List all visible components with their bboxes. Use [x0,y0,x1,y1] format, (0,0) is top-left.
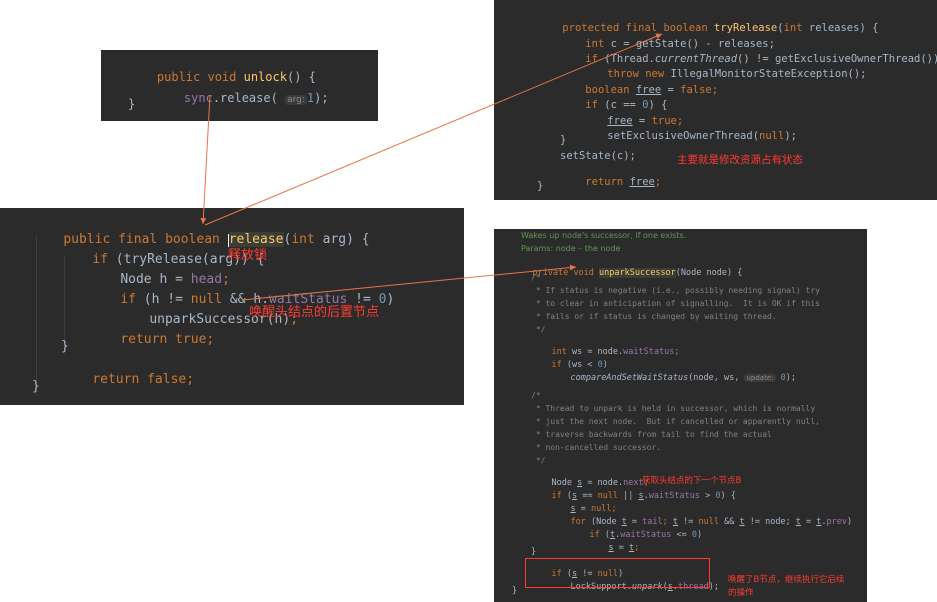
code-token: || [618,490,639,501]
release-line-6: return true; [89,320,214,359]
code-token: ); [314,91,329,105]
code-token: ; [634,542,640,553]
code-token: ); [708,581,719,592]
code-token: int [291,232,323,247]
unpark-line-10: s = t; [588,535,639,561]
code-token: free [629,175,655,188]
code-token: return [120,332,176,347]
annotation-modify-state: 主要就是修改资源占有状态 [677,154,803,166]
code-token: arg) { [322,232,370,247]
code-token: ) { [720,490,736,501]
comment-line: * If status is negative (i.e., possibly … [531,286,820,295]
tryrelease-line-10: setState(c); [560,150,636,162]
tryrelease-line-9: } [560,134,567,146]
code-token: prev [826,516,848,527]
comment-line: * Thread to unpark is held in successor,… [531,404,816,413]
code-token: (node, ws, [688,372,745,383]
code-token: ; [186,372,195,387]
unpark-highlight-box [525,558,710,588]
unlock-line-2: sync.release( arg: 1); [155,80,329,117]
code-token: false [680,83,712,96]
comment-line: /* [531,273,541,282]
unlock-code-panel: public void unlock() { sync.release( arg… [101,50,378,121]
annotation-release-lock: 释放锁 [228,248,268,263]
comment-line: * non-cancelled successor. [531,443,662,452]
code-token: compareAndSetWaitStatus [570,372,689,383]
code-token: unparkSuccessor [599,267,676,278]
code-token: ); [785,372,797,383]
comment-line: /* [531,391,541,400]
comment-line: */ [531,456,546,465]
annotation-wake-node-b-cont: 的操作 [728,588,754,598]
release-line-8: return false; [61,360,194,399]
unpark-code-panel: Wakes up node's successor, if one exists… [494,229,867,602]
parameter-hint: update: [744,373,776,382]
unpark-line-11: } [531,547,537,557]
unpark-line-4: compareAndSetWaitStatus(node, ws, update… [550,365,796,391]
parameter-hint: arg: [285,95,307,105]
comment-line: * fails or if status is changed by waiti… [531,312,777,321]
code-token: > [699,490,716,501]
code-token: <= [671,529,692,540]
javadoc-summary: Wakes up node's successor, if one exists… [521,231,687,240]
unpark-line-14: } [512,586,518,596]
annotation-wake-node-b: 唤醒了B节点，继续执行它后续 [728,575,845,585]
javadoc-params: Params: node – the node [521,244,621,253]
code-token: setExclusiveOwnerThread( [607,129,760,142]
code-token: return [585,175,630,188]
code-token: ) [386,292,395,307]
code-token: ) [847,516,853,527]
code-token: releases) { [808,21,879,34]
comment-line: * just the next node. But if cancelled o… [531,417,820,426]
code-token: ) [697,529,703,540]
code-token: null [759,129,785,142]
release-line-7: } [61,339,69,354]
release-line-9: } [32,379,40,394]
code-token: = [800,516,817,527]
code-token: ; [711,83,719,96]
annotation-get-next-node: 获取头结点的下一个节点B [642,476,742,486]
code-token: != node; [744,516,796,527]
unlock-line-3: } [128,97,136,111]
code-token: ; [206,332,215,347]
code-token: true [175,332,207,347]
comment-line: */ [531,325,546,334]
annotation-wake-successor: 唤醒头结点的后置节点 [249,305,380,320]
tryrelease-line-11: return free; [560,166,661,198]
code-token: false [147,372,187,387]
code-token: ); [784,129,797,142]
release-code-panel: public final boolean release(int arg) { … [0,208,464,405]
code-token: int [783,21,809,34]
tryrelease-line-12: } [537,180,544,192]
code-token: (Node node) { [675,267,743,278]
code-token: waitStatus [648,490,700,501]
code-token: sync [183,91,213,105]
comment-line: * to clear in anticipation of signalling… [531,299,820,308]
tryrelease-code-panel: protected final boolean tryRelease(int r… [494,0,937,200]
code-token: ; [654,175,662,188]
code-token: .release( [212,91,286,105]
unpark-line-1: private void unparkSuccessor(Node node) … [512,260,742,286]
comment-line: * traverse backwards from tail to find t… [531,430,772,439]
tryrelease-line-8: setExclusiveOwnerThread(null); [582,120,797,152]
code-token: = [613,542,629,553]
code-token: void [573,267,600,278]
code-token: && [719,516,740,527]
code-token: ; [674,346,680,357]
code-token: waitStatus [623,346,675,357]
code-token: return [92,372,148,387]
